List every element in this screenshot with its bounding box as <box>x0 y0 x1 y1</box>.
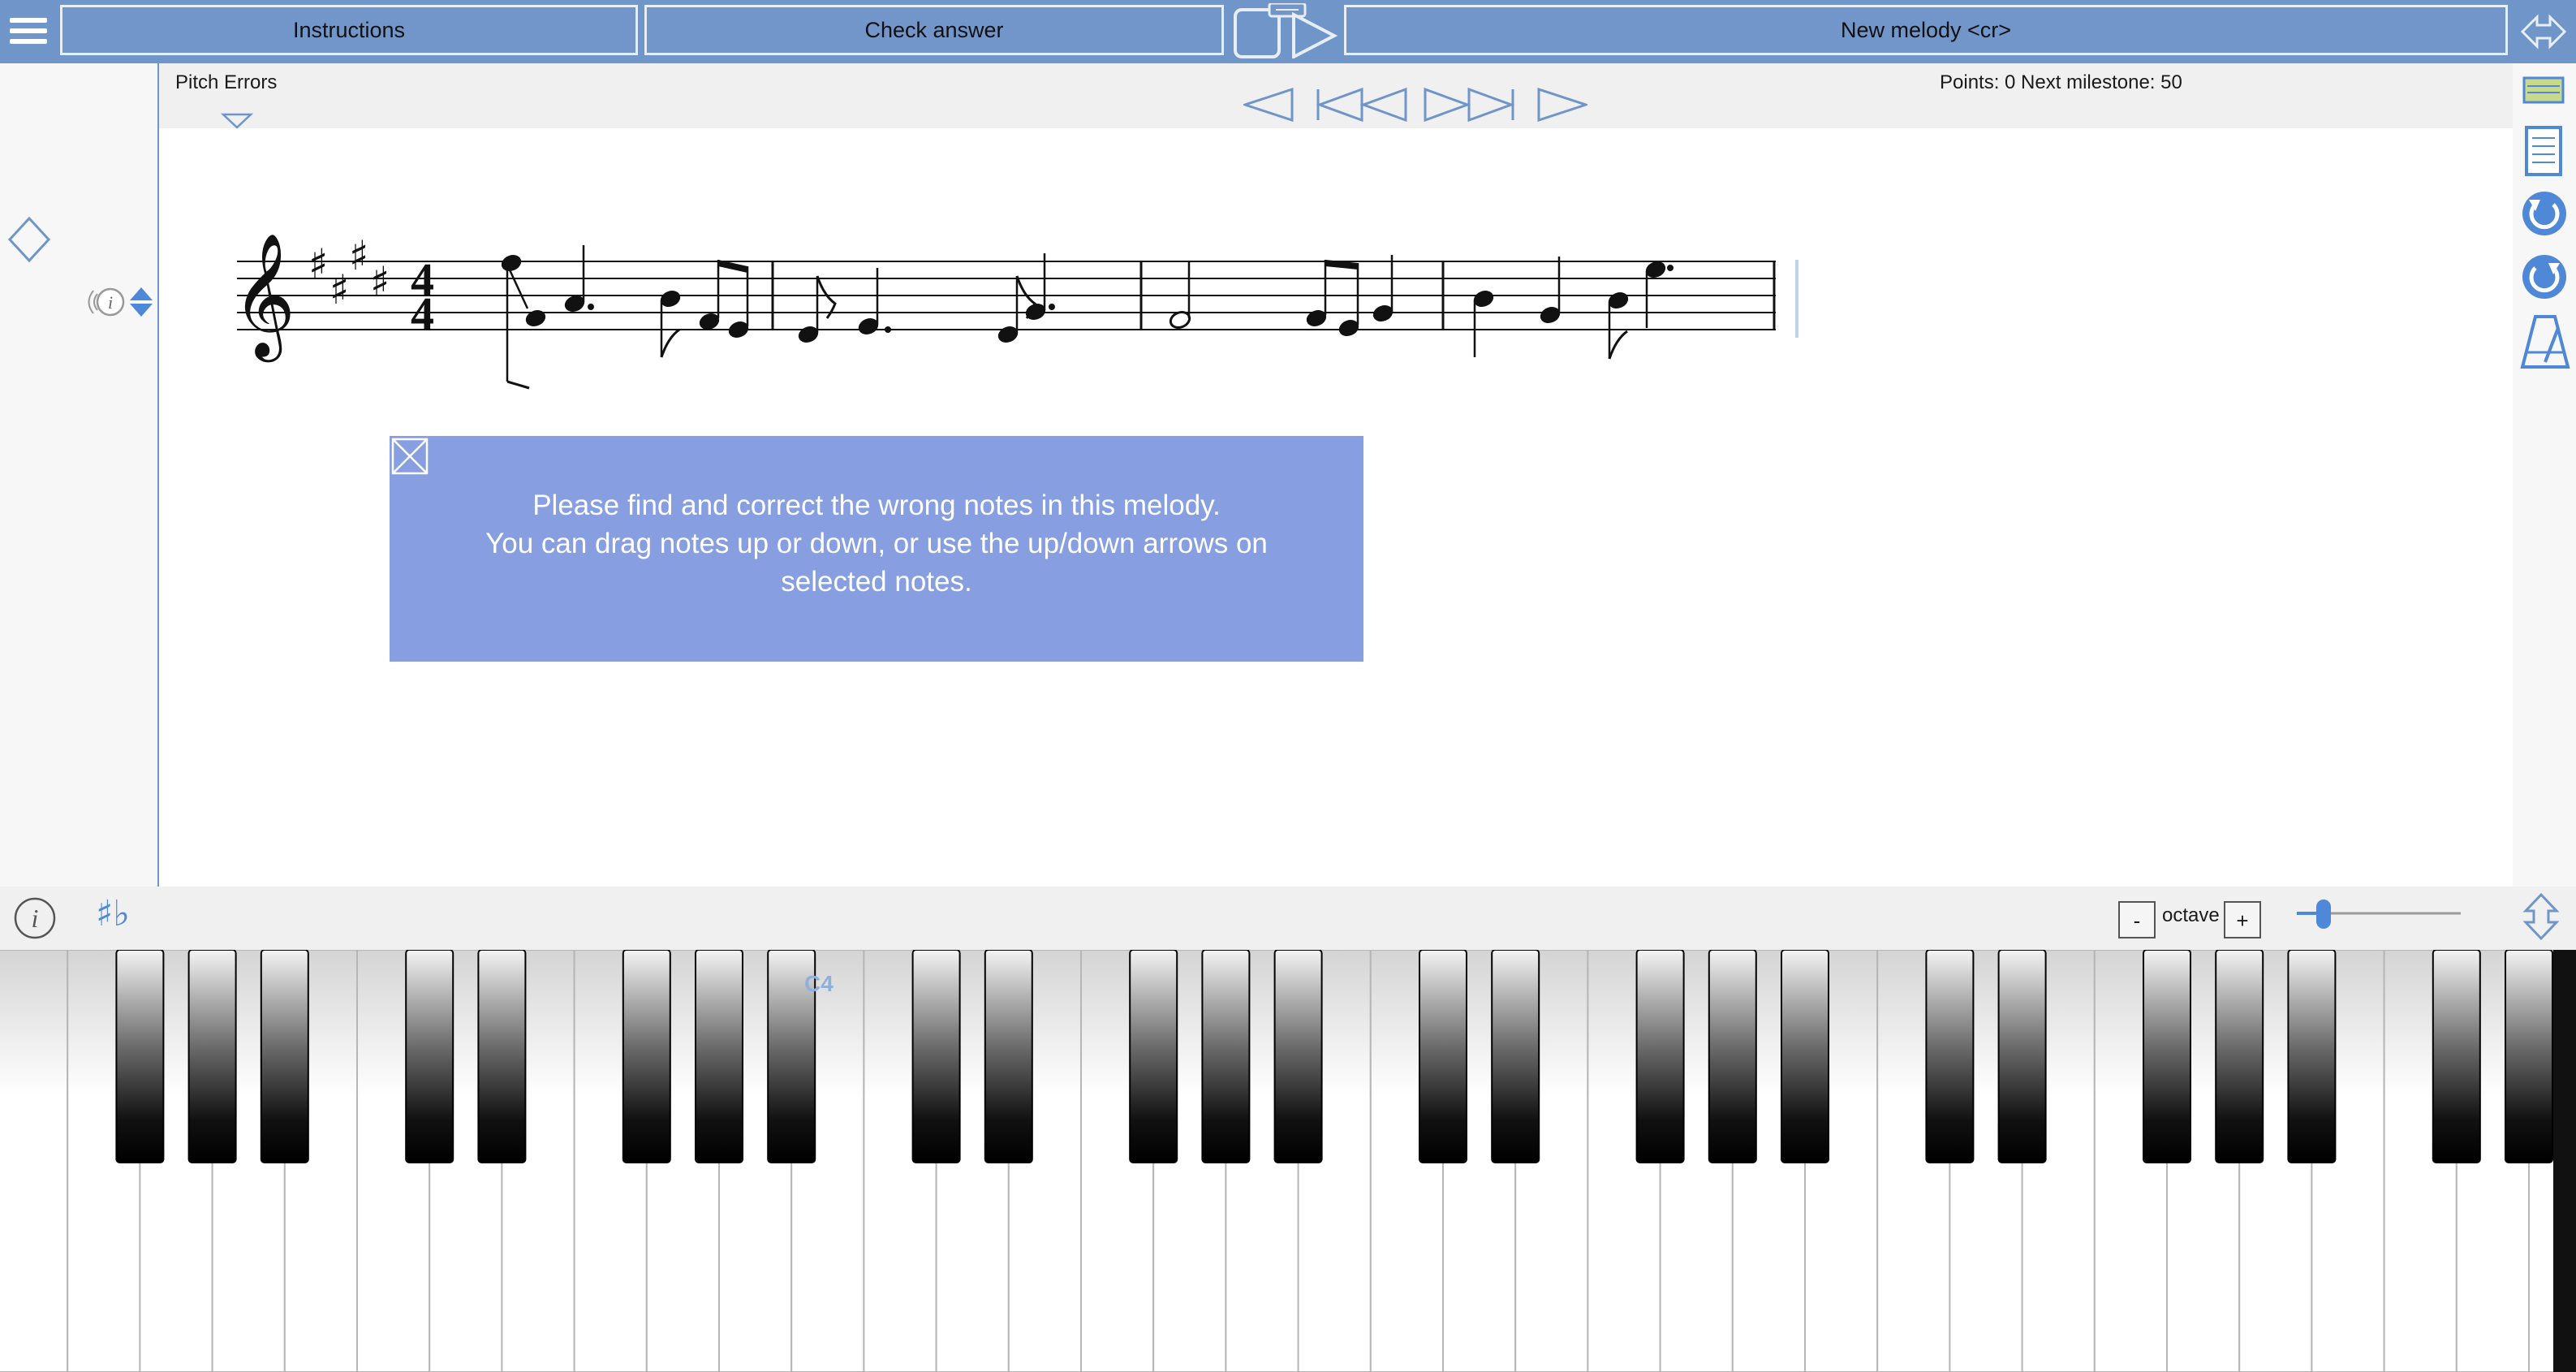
rewind-to-start-icon[interactable] <box>1316 87 1407 123</box>
black-key[interactable] <box>2143 950 2191 1163</box>
new-melody-button[interactable]: New melody <cr> <box>1344 5 2508 55</box>
black-key[interactable] <box>2215 950 2264 1163</box>
black-key[interactable] <box>622 950 671 1163</box>
black-key[interactable] <box>1997 950 2047 1163</box>
check-answer-button[interactable]: Check answer <box>644 5 1224 55</box>
svg-text:♯: ♯ <box>370 258 390 305</box>
octave-label: octave <box>2162 904 2220 926</box>
black-key[interactable] <box>1925 950 1975 1163</box>
popup-line: You can drag notes up or down, or use th… <box>485 528 1268 559</box>
note-dot <box>1049 304 1055 310</box>
black-key[interactable] <box>2432 950 2481 1163</box>
expand-horizontal-icon[interactable] <box>2519 11 2568 52</box>
black-key[interactable] <box>1201 950 1251 1163</box>
svg-text:𝄞: 𝄞 <box>232 232 295 362</box>
note-dot <box>1667 265 1674 271</box>
svg-text:i: i <box>108 292 113 313</box>
black-key[interactable] <box>1273 950 1323 1163</box>
popup-message: Please find and correct the wrong notes … <box>390 486 1363 601</box>
redo-icon[interactable] <box>2519 252 2570 302</box>
volume-slider-thumb <box>2316 900 2331 929</box>
black-key[interactable] <box>1129 950 1178 1163</box>
black-key[interactable] <box>695 950 743 1163</box>
right-tool-column <box>2513 63 2576 887</box>
note-flag <box>660 328 680 358</box>
note-head <box>525 310 546 326</box>
close-icon[interactable] <box>391 438 429 475</box>
black-key[interactable] <box>1419 950 1467 1163</box>
svg-text:i: i <box>32 904 39 933</box>
instruction-popup: Please find and correct the wrong notes … <box>390 436 1363 662</box>
left-gutter <box>0 63 159 887</box>
black-key[interactable] <box>115 950 165 1163</box>
key-signature: ♯ ♯ ♯ ♯ <box>308 232 390 313</box>
svg-text:♯: ♯ <box>349 232 368 279</box>
black-key[interactable] <box>1708 950 1757 1163</box>
accidentals-toggle[interactable]: ♯♭ <box>96 893 130 934</box>
time-signature: 4 4 <box>411 253 434 340</box>
c4-label: C4 <box>804 971 834 996</box>
white-key[interactable] <box>0 950 69 1372</box>
undo-icon[interactable] <box>2519 188 2570 239</box>
black-key[interactable] <box>911 950 961 1163</box>
music-staff[interactable]: 𝄞 ♯ ♯ ♯ ♯ 4 4 <box>227 227 1818 406</box>
highlight-tool-icon[interactable] <box>2522 76 2565 104</box>
note-dot <box>885 326 891 333</box>
previous-note-icon[interactable] <box>1243 87 1294 123</box>
play-melody-icon[interactable] <box>1234 3 1338 58</box>
note-flag <box>1608 330 1628 360</box>
treble-clef: 𝄞 <box>232 232 295 362</box>
notes-layer[interactable] <box>500 245 1674 390</box>
black-key[interactable] <box>187 950 237 1163</box>
keyboard-edge <box>2553 950 2576 1372</box>
note-stem <box>506 264 529 309</box>
black-key[interactable] <box>260 950 309 1163</box>
svg-text:♯: ♯ <box>308 240 328 287</box>
page-icon[interactable] <box>2524 125 2563 177</box>
svg-text:4: 4 <box>411 287 434 340</box>
note-head <box>501 255 522 271</box>
svg-text:♯: ♯ <box>330 266 349 313</box>
volume-slider[interactable] <box>2294 893 2464 934</box>
black-key[interactable] <box>2505 950 2553 1163</box>
black-key[interactable] <box>984 950 1033 1163</box>
info-icon[interactable]: i <box>13 896 57 940</box>
skip-to-end-icon[interactable] <box>1424 87 1515 123</box>
note-dot <box>588 304 594 310</box>
octave-down-button[interactable]: - <box>2118 901 2156 938</box>
mode-dropdown-icon[interactable] <box>221 112 253 130</box>
mode-label: Pitch Errors <box>175 71 278 93</box>
black-key[interactable] <box>1635 950 1685 1163</box>
popup-line: selected notes. <box>781 566 972 598</box>
black-key[interactable] <box>2287 950 2337 1163</box>
note-flag <box>506 380 530 390</box>
transport-controls <box>1243 87 1587 123</box>
menu-icon[interactable] <box>0 0 55 62</box>
octave-up-button[interactable]: + <box>2224 901 2261 938</box>
next-note-icon[interactable] <box>1537 87 1587 123</box>
expand-vertical-icon[interactable] <box>2516 891 2566 942</box>
black-key[interactable] <box>477 950 527 1163</box>
piano-keyboard[interactable] <box>0 950 2553 1372</box>
black-key[interactable] <box>405 950 454 1163</box>
diamond-icon[interactable] <box>6 215 52 264</box>
metronome-icon[interactable] <box>2519 313 2571 370</box>
staff-info-icon[interactable]: i <box>83 283 161 321</box>
black-key[interactable] <box>1491 950 1540 1163</box>
popup-line: Please find and correct the wrong notes … <box>532 490 1221 521</box>
points-label: Points: 0 Next milestone: 50 <box>1940 71 2182 93</box>
instructions-button[interactable]: Instructions <box>60 5 638 55</box>
black-key[interactable] <box>1781 950 1829 1163</box>
